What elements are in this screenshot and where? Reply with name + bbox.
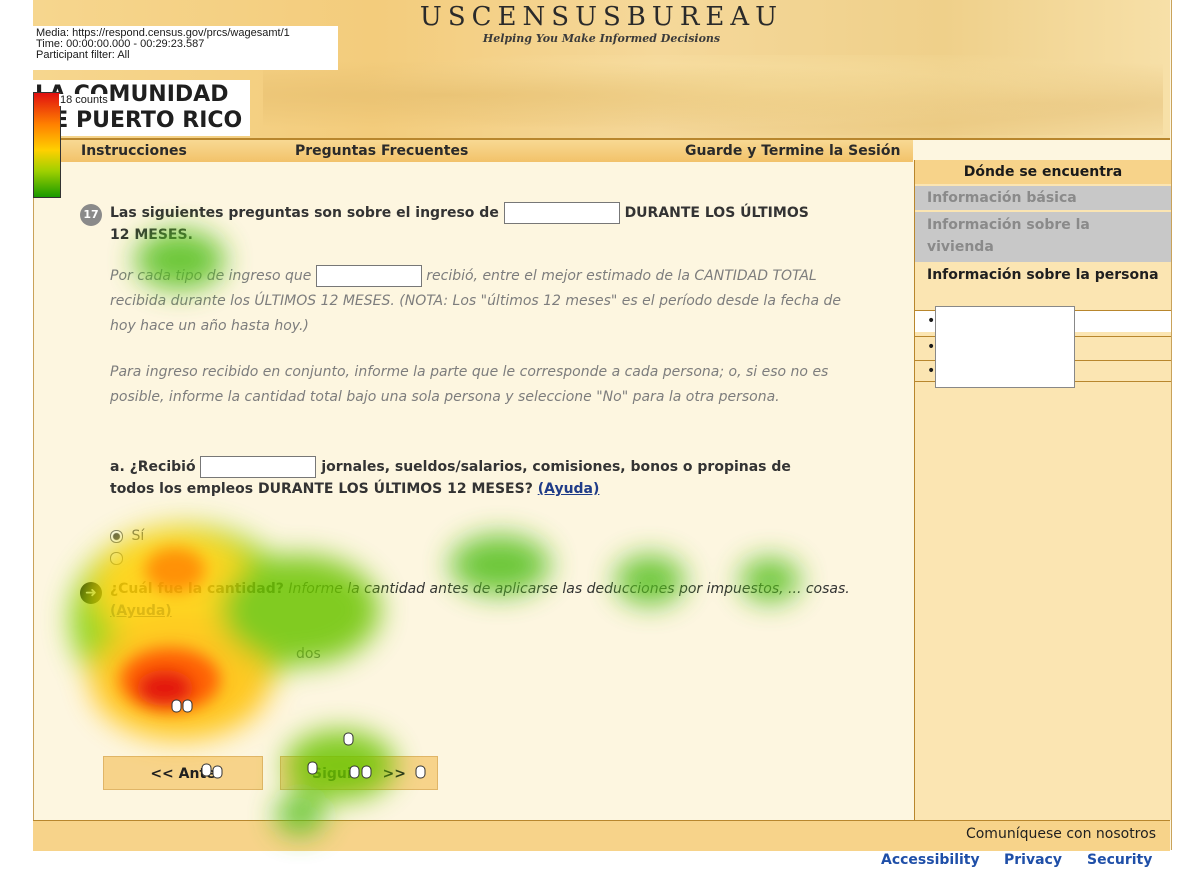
site-title: LA COMUNIDAD DE PUERTO RICO (33, 80, 251, 136)
nav-faq-link[interactable]: Preguntas Frecuentes (295, 143, 468, 159)
sidebar-title: Dónde se encuentra (915, 160, 1171, 184)
sidebar-item-person-info: Información sobre la persona (915, 262, 1171, 310)
part-a-help-link[interactable]: (Ayuda) (538, 481, 600, 497)
nav-instructions-link[interactable]: Instrucciones (81, 143, 187, 159)
question-number-badge: 17 (80, 204, 102, 226)
question-intro: Las siguientes preguntas son sobre el in… (110, 202, 830, 246)
amount-question: ¿Cuál fue la cantidad? Informe la cantid… (110, 578, 850, 622)
next-button-arrows: >> (382, 766, 406, 782)
heatmap-legend-bar (33, 92, 61, 198)
yes-radio-label: Sí (131, 528, 145, 544)
heatmap-legend-count: 18 counts (59, 94, 109, 106)
banner-texture (263, 55, 1163, 135)
amount-help-link[interactable]: (Ayuda) (110, 603, 172, 619)
redacted-person-name (315, 265, 422, 287)
recording-filter: Participant filter: All (36, 49, 130, 61)
right-arrow-icon: ➜ (80, 582, 102, 604)
redacted-person-name (200, 456, 317, 478)
no-radio-row[interactable] (110, 550, 127, 566)
progress-sidebar: Dónde se encuentra Información básica In… (914, 160, 1171, 820)
next-button[interactable]: Sigui >> (280, 756, 438, 790)
question-intro-pre: Las siguientes preguntas son sobre el in… (110, 205, 499, 221)
dollars-label: dos (296, 646, 321, 662)
redacted-name-box (935, 306, 1075, 388)
redacted-person-name (503, 202, 620, 224)
recording-info-box: Media: https://respond.census.gov/prcs/w… (33, 26, 338, 70)
amount-question-bold: ¿Cuál fue la cantidad? (110, 581, 284, 597)
nav-save-exit-link[interactable]: Guarde y Termine la Sesión (685, 143, 900, 159)
instruction-paragraph-1: Por cada tipo de ingreso que recibió, en… (110, 264, 850, 339)
yes-radio[interactable] (110, 529, 123, 543)
contact-us-link[interactable]: Comuníquese con nosotros (966, 826, 1156, 842)
page-footer: Comuníquese con nosotros (33, 820, 1170, 851)
sidebar-item-housing-info: Información sobre la vivienda (915, 212, 1171, 262)
part-a-question: a. ¿Recibió jornales, sueldos/salarios, … (110, 456, 840, 500)
part-a-pre: a. ¿Recibió (110, 459, 196, 475)
top-navbar: Instrucciones Preguntas Frecuentes Guard… (33, 140, 913, 162)
previous-button[interactable]: << Ante (103, 756, 263, 790)
privacy-link[interactable]: Privacy (1004, 852, 1062, 868)
next-button-label: Sigui (311, 766, 352, 782)
previous-button-label: << Ante (150, 766, 216, 782)
no-radio[interactable] (110, 551, 123, 565)
instruction-1-pre: Por cada tipo de ingreso que (110, 268, 312, 284)
security-link[interactable]: Security (1087, 852, 1152, 868)
sidebar-item-basic-info: Información básica (915, 186, 1171, 210)
yes-radio-row[interactable]: Sí (110, 528, 144, 544)
census-banner: USCENSUSBUREAU Helping You Make Informed… (33, 0, 1170, 140)
accessibility-link[interactable]: Accessibility (881, 852, 980, 868)
instruction-paragraph-2: Para ingreso recibido en conjunto, infor… (110, 364, 829, 405)
amount-question-italic: Informe la cantidad antes de aplicarse l… (288, 581, 850, 597)
site-title-line2: DE PUERTO RICO (35, 108, 243, 133)
